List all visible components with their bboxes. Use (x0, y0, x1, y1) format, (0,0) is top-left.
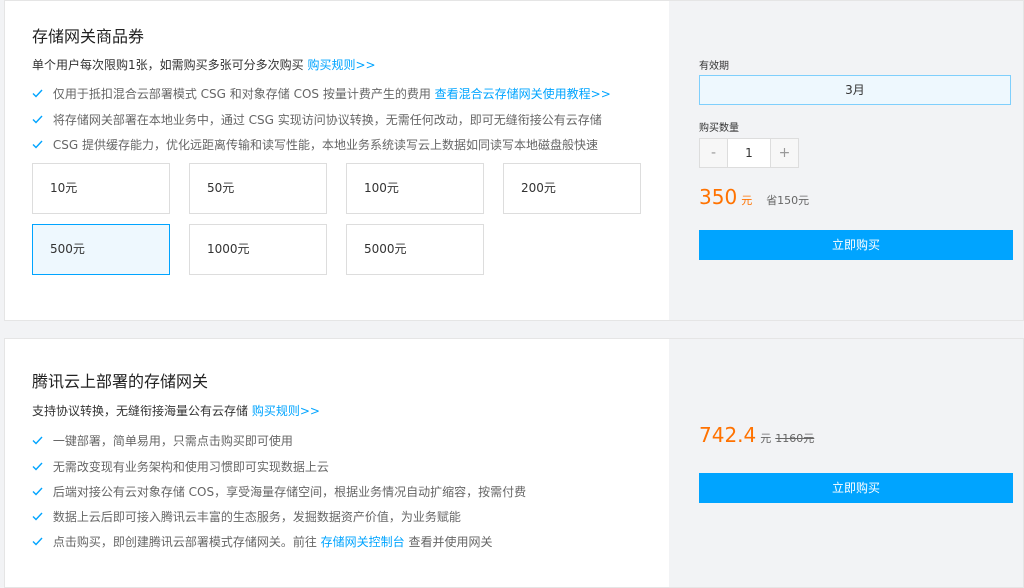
gateway-feature-5-text: 点击购买，即创建腾讯云部署模式存储网关。前往 (52, 535, 317, 549)
check-icon (32, 512, 44, 521)
gateway-feature-5-suffix: 查看并使用网关 (408, 535, 493, 549)
amount-option-500[interactable]: 500元 (32, 224, 170, 275)
gateway-title: 腾讯云上部署的存储网关 (32, 372, 209, 391)
quantity-stepper: - 1 + (699, 138, 799, 168)
check-icon (32, 462, 44, 471)
gateway-price-unit: 元 (760, 432, 772, 445)
gateway-feature-5: 点击购买，即创建腾讯云部署模式存储网关。前往 存储网关控制台 查看并使用网关 (32, 533, 493, 550)
check-icon (32, 487, 44, 496)
period-label: 有效期 (699, 61, 729, 72)
amount-option-50[interactable]: 50元 (189, 163, 327, 214)
cloud-gateway-card: 腾讯云上部署的存储网关 支持协议转换，无缝衔接海量公有云存储 购买规则>> 一键… (4, 338, 1024, 588)
voucher-feature-3: CSG 提供缓存能力，优化远距离传输和读写性能，本地业务系统读写云上数据如同读写… (32, 136, 598, 153)
gateway-purchase-panel: 742.4 元 1160元 立即购买 (669, 339, 1023, 587)
check-icon (32, 115, 44, 124)
voucher-price-value: 350 (699, 185, 738, 209)
gateway-feature-2: 无需改变现有业务架构和使用习惯即可实现数据上云 (32, 458, 329, 475)
gateway-feature-1-text: 一键部署，简单易用，只需点击购买即可使用 (52, 434, 293, 448)
amount-option-200[interactable]: 200元 (503, 163, 641, 214)
check-icon (32, 140, 44, 149)
voucher-buy-button[interactable]: 立即购买 (699, 230, 1013, 260)
check-icon (32, 537, 44, 546)
voucher-subtitle-text: 单个用户每次限购1张，如需购买多张可分多次购买 (32, 58, 304, 72)
voucher-feature-3-text: CSG 提供缓存能力，优化远距离传输和读写性能，本地业务系统读写云上数据如同读写… (52, 138, 598, 152)
gateway-subtitle-text: 支持协议转换，无缝衔接海量公有云存储 (32, 404, 249, 418)
gateway-info-panel: 腾讯云上部署的存储网关 支持协议转换，无缝衔接海量公有云存储 购买规则>> 一键… (5, 339, 669, 587)
amount-option-100[interactable]: 100元 (346, 163, 484, 214)
voucher-info-panel: 存储网关商品券 单个用户每次限购1张，如需购买多张可分多次购买 购买规则>> 仅… (5, 1, 669, 320)
gateway-subtitle: 支持协议转换，无缝衔接海量公有云存储 购买规则>> (32, 402, 320, 419)
check-icon (32, 89, 44, 98)
gateway-feature-1: 一键部署，简单易用，只需点击购买即可使用 (32, 432, 293, 449)
gateway-feature-3-text: 后端对接公有云对象存储 COS，享受海量存储空间，根据业务情况自动扩缩容，按需付… (52, 485, 527, 499)
gateway-price-original: 1160元 (775, 432, 815, 445)
gateway-feature-2-text: 无需改变现有业务架构和使用习惯即可实现数据上云 (52, 460, 329, 474)
gateway-rule-link[interactable]: 购买规则>> (252, 404, 320, 418)
gateway-console-link[interactable]: 存储网关控制台 (321, 535, 405, 549)
voucher-price: 350 元省150元 (699, 185, 809, 209)
amount-option-1000[interactable]: 1000元 (189, 224, 327, 275)
voucher-feature-1-text: 仅用于抵扣混合云部署模式 CSG 和对象存储 COS 按量计费产生的费用 (52, 87, 431, 101)
hybrid-cloud-tutorial-link[interactable]: 查看混合云存储网关使用教程>> (435, 87, 611, 101)
voucher-subtitle: 单个用户每次限购1张，如需购买多张可分多次购买 购买规则>> (32, 56, 376, 73)
voucher-rule-link[interactable]: 购买规则>> (307, 58, 375, 72)
gateway-feature-4: 数据上云后即可接入腾讯云丰富的生态服务，发掘数据资产价值，为业务赋能 (32, 508, 461, 525)
voucher-feature-2: 将存储网关部署在本地业务中，通过 CSG 实现访问协议转换，无需任何改动，即可无… (32, 111, 602, 128)
voucher-title: 存储网关商品券 (32, 27, 145, 46)
gateway-price-value: 742.4 (699, 423, 757, 447)
voucher-feature-2-text: 将存储网关部署在本地业务中，通过 CSG 实现访问协议转换，无需任何改动，即可无… (52, 113, 602, 127)
quantity-plus-button[interactable]: + (770, 138, 799, 168)
quantity-label: 购买数量 (699, 123, 739, 134)
gateway-feature-4-text: 数据上云后即可接入腾讯云丰富的生态服务，发掘数据资产价值，为业务赋能 (52, 510, 461, 524)
quantity-minus-button[interactable]: - (699, 138, 728, 168)
period-select[interactable]: 3月 (699, 75, 1011, 105)
check-icon (32, 436, 44, 445)
gateway-buy-button[interactable]: 立即购买 (699, 473, 1013, 503)
quantity-input[interactable]: 1 (728, 138, 770, 168)
voucher-price-unit: 元 (741, 194, 753, 207)
gateway-feature-3: 后端对接公有云对象存储 COS，享受海量存储空间，根据业务情况自动扩缩容，按需付… (32, 483, 526, 500)
amount-option-10[interactable]: 10元 (32, 163, 170, 214)
gateway-price: 742.4 元 1160元 (699, 423, 814, 447)
voucher-card: 存储网关商品券 单个用户每次限购1张，如需购买多张可分多次购买 购买规则>> 仅… (4, 0, 1024, 321)
voucher-purchase-panel: 有效期 3月 购买数量 - 1 + 350 元省150元 立即购买 (669, 1, 1023, 320)
voucher-price-save: 省150元 (766, 194, 810, 207)
voucher-feature-1: 仅用于抵扣混合云部署模式 CSG 和对象存储 COS 按量计费产生的费用 查看混… (32, 85, 611, 102)
amount-option-5000[interactable]: 5000元 (346, 224, 484, 275)
